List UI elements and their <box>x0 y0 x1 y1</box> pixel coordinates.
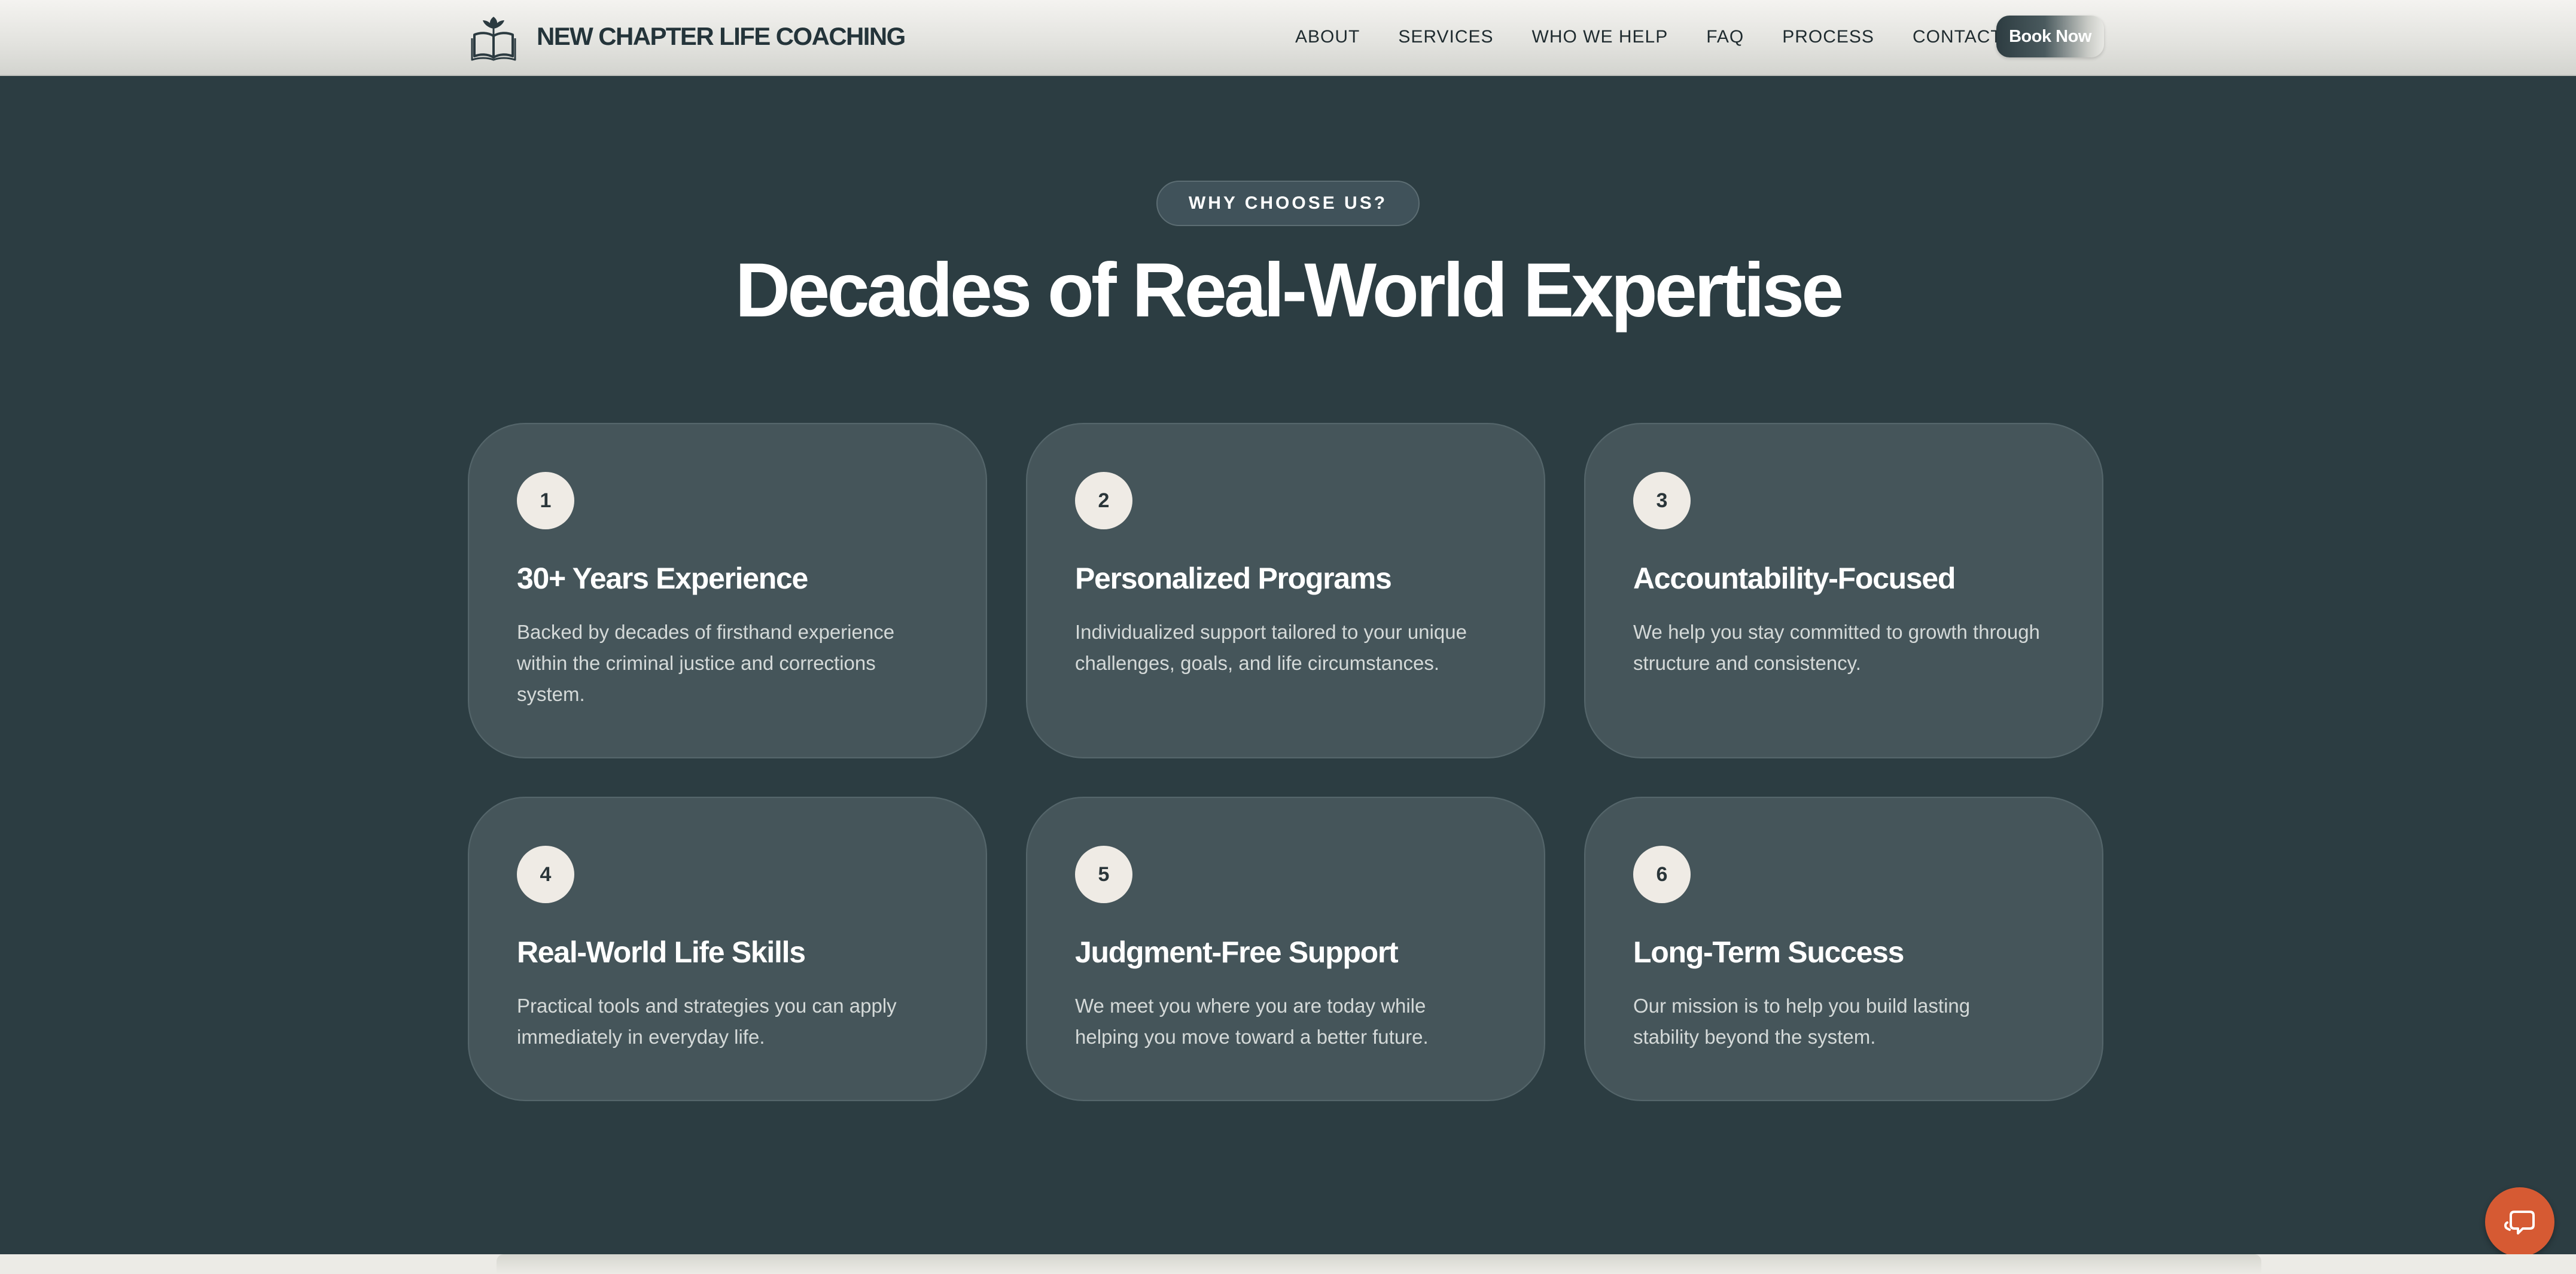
card-title: Accountability-Focused <box>1633 562 1956 595</box>
card-number-badge: 4 <box>517 846 574 903</box>
card-title: Real-World Life Skills <box>517 935 806 969</box>
card-description: Backed by decades of firsthand experienc… <box>517 621 895 705</box>
nav-about[interactable]: ABOUT <box>1295 27 1360 47</box>
chat-bubble-icon <box>2504 1211 2535 1235</box>
feature-card: 2 Personalized Programs Individualized s… <box>1026 423 1545 758</box>
card-number-badge: 1 <box>517 472 574 529</box>
card-description: Our mission is to help you build lasting… <box>1633 995 1971 1048</box>
site-header: NEW CHAPTER LIFE COACHING ABOUT SERVICES… <box>0 0 2576 76</box>
main-nav: ABOUT SERVICES WHO WE HELP FAQ PROCESS C… <box>1295 20 2002 54</box>
card-number-badge: 3 <box>1633 472 1691 529</box>
feature-card: 6 Long-Term Success Our mission is to he… <box>1584 797 2103 1101</box>
feature-card: 4 Real-World Life Skills Practical tools… <box>468 797 987 1101</box>
card-number-badge: 5 <box>1075 846 1132 903</box>
card-description: Practical tools and strategies you can a… <box>517 995 897 1048</box>
card-title: Long-Term Success <box>1633 935 1904 969</box>
feature-card: 1 30+ Years Experience Backed by decades… <box>468 423 987 758</box>
nav-contact[interactable]: CONTACT <box>1913 27 2002 47</box>
card-description: Individualized support tailored to your … <box>1075 621 1467 674</box>
card-title: 30+ Years Experience <box>517 562 808 595</box>
nav-process[interactable]: PROCESS <box>1782 27 1874 47</box>
feature-card: 5 Judgment-Free Support We meet you wher… <box>1026 797 1545 1101</box>
nav-faq[interactable]: FAQ <box>1706 27 1744 47</box>
next-section-edge <box>0 1254 2576 1274</box>
section-badge-wrap: WHY CHOOSE US? <box>0 181 2576 226</box>
card-number-badge: 6 <box>1633 846 1691 903</box>
next-section-card-edge <box>497 1254 2261 1274</box>
nav-who-we-help[interactable]: WHO WE HELP <box>1532 27 1668 47</box>
card-description: We meet you where you are today while he… <box>1075 995 1429 1048</box>
card-title: Personalized Programs <box>1075 562 1392 595</box>
section-title: Decades of Real-World Expertise <box>735 248 1844 333</box>
brand-name: NEW CHAPTER LIFE COACHING <box>537 22 906 50</box>
nav-services[interactable]: SERVICES <box>1398 27 1493 47</box>
section-badge: WHY CHOOSE US? <box>1156 181 1420 226</box>
chat-button[interactable] <box>2485 1187 2554 1257</box>
card-description: We help you stay committed to growth thr… <box>1633 621 2040 674</box>
open-book-sprout-icon <box>471 17 516 61</box>
book-now-button[interactable]: Book Now <box>1996 16 2104 57</box>
feature-card: 3 Accountability-Focused We help you sta… <box>1584 423 2103 758</box>
card-title: Judgment-Free Support <box>1075 935 1399 969</box>
card-number-badge: 2 <box>1075 472 1132 529</box>
brand[interactable]: NEW CHAPTER LIFE COACHING <box>471 12 906 61</box>
